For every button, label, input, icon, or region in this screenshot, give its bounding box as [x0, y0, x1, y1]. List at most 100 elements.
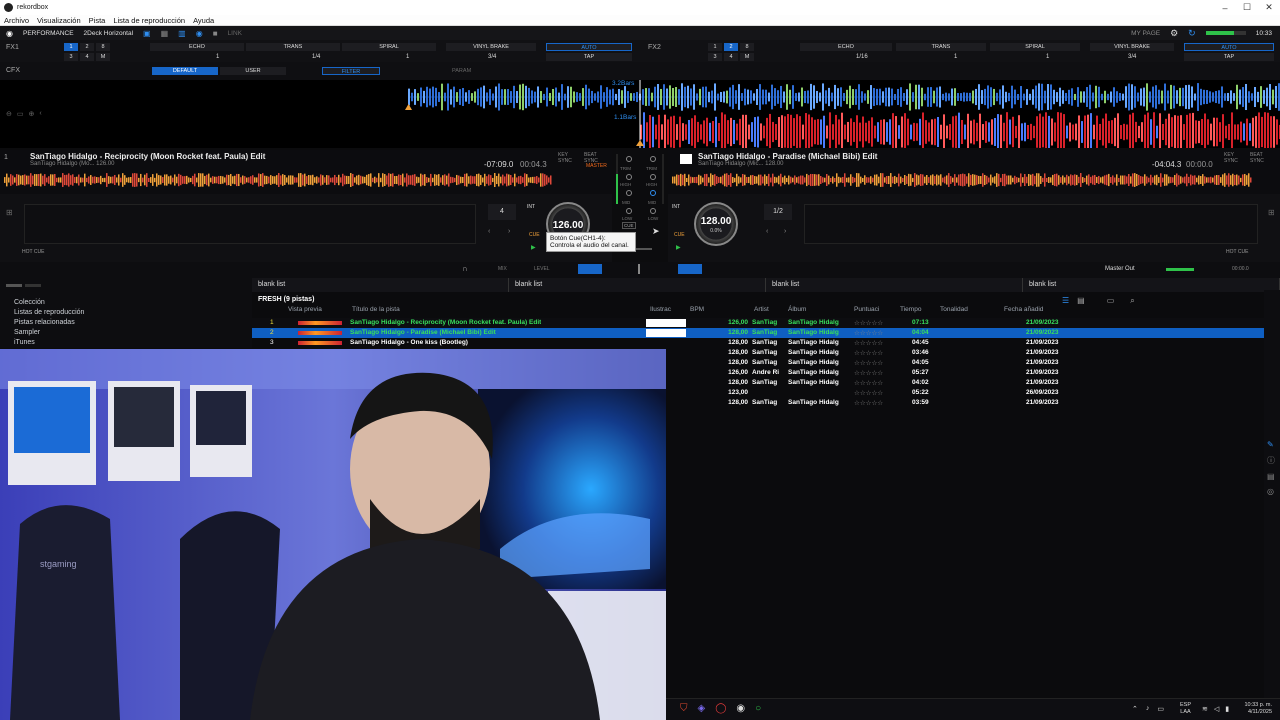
col-rating[interactable]: Puntuaci — [854, 306, 879, 313]
fx1-channel-2[interactable]: 2 — [80, 43, 94, 51]
lock-icon[interactable]: ■ — [213, 29, 218, 38]
fx1-auto-button[interactable]: AUTO — [546, 43, 632, 51]
row-preview-waveform[interactable] — [298, 331, 342, 335]
headphones-icon[interactable]: ∩ — [462, 264, 468, 273]
tree-coleccion[interactable]: Colección — [0, 298, 252, 308]
menu-ayuda[interactable]: Ayuda — [189, 16, 218, 25]
sidebar-disc-icon[interactable]: ◎ — [1267, 487, 1280, 496]
ch1-high-knob[interactable] — [626, 174, 632, 180]
sidebar-list-icon[interactable]: ▤ — [1267, 472, 1280, 481]
detail-view-icon[interactable]: ▤ — [1077, 296, 1085, 306]
tray-display-icon[interactable]: ▭ — [1157, 705, 1164, 713]
deck1-hotcue-pads[interactable] — [24, 204, 476, 244]
table-row[interactable]: 1 SanTiago Hidalgo - Reciprocity (Moon Ro… — [252, 318, 1280, 328]
palette-slot-4[interactable]: blank list — [1023, 278, 1280, 292]
record-icon[interactable]: ◉ — [196, 29, 203, 38]
cfx-user-button[interactable]: USER — [220, 67, 286, 75]
palette-slot-1[interactable]: blank list — [252, 278, 509, 292]
fx1-slot4-effect[interactable]: VINYL BRAKE — [446, 43, 536, 51]
tree-itunes[interactable]: iTunes — [0, 338, 252, 348]
mode-select[interactable]: PERFORMANCE — [23, 30, 74, 37]
ch2-trim-knob[interactable] — [650, 156, 656, 162]
layout-select[interactable]: 2Deck Horizontal — [84, 30, 134, 37]
fx1-channel-4[interactable]: 4 — [80, 53, 94, 61]
battery-icon[interactable]: ▮ — [1225, 705, 1229, 713]
sidebar-edit-icon[interactable]: ✎ — [1267, 440, 1280, 449]
menu-archivo[interactable]: Archivo — [0, 16, 33, 25]
fx2-slot4-effect[interactable]: VINYL BRAKE — [1090, 43, 1174, 51]
deck1-pads-icon[interactable]: ⊞ — [6, 208, 13, 217]
fx1-slot1-effect[interactable]: ECHO — [150, 43, 244, 51]
fx1-channel-1[interactable]: 1 — [64, 43, 78, 51]
col-key[interactable]: Tonalidad — [940, 306, 968, 313]
col-bpm[interactable]: BPM — [690, 306, 704, 313]
col-artist[interactable]: Artist — [754, 306, 769, 313]
ch1-mid-knob[interactable] — [626, 190, 632, 196]
search-icon[interactable]: ⌕ — [1130, 296, 1134, 306]
fx1-slot2-effect[interactable]: TRANS — [246, 43, 340, 51]
mixer-view-icon[interactable]: ▥ — [178, 29, 186, 38]
deck1-master-button[interactable]: MASTER — [586, 163, 607, 169]
fx1-channel-m[interactable]: M — [96, 53, 110, 61]
deck2-pads-icon[interactable]: ⊞ — [1268, 208, 1275, 217]
tree-pistas-relacionadas[interactable]: Pistas relacionadas — [0, 318, 252, 328]
deck1-play-icon[interactable]: ▶ — [531, 244, 536, 251]
my-page-button[interactable]: MY PAGE — [1131, 30, 1160, 37]
wifi-icon[interactable]: ≋ — [1202, 705, 1208, 713]
settings-gear-icon[interactable]: ⚙ — [1170, 28, 1178, 39]
view-mode-icon[interactable] — [6, 283, 22, 287]
teams-icon[interactable]: ◈ — [698, 703, 706, 714]
col-time[interactable]: Tiempo — [900, 306, 921, 313]
fx2-channel-2[interactable]: 2 — [724, 43, 738, 51]
menu-lista-reproduccion[interactable]: Lista de reproducción — [109, 16, 189, 25]
crossfader-handle[interactable] — [638, 264, 640, 274]
master-out-select[interactable]: Master Out — [1105, 266, 1135, 272]
row-preview-waveform[interactable] — [298, 321, 342, 325]
ch2-high-knob[interactable] — [650, 174, 656, 180]
volume-icon[interactable]: ◁ — [1214, 705, 1219, 713]
fx2-channel-8[interactable]: 8 — [740, 43, 754, 51]
deck2-jump-fwd-icon[interactable]: › — [784, 228, 786, 235]
deck2-jump-back-icon[interactable]: ‹ — [766, 228, 768, 235]
fx2-channel-3[interactable]: 3 — [708, 53, 722, 61]
scroll-left-icon[interactable]: ‹ — [39, 110, 41, 118]
brave-browser-icon[interactable]: ⛉ — [680, 703, 688, 714]
tray-mic-icon[interactable]: ♪ — [1146, 705, 1150, 713]
zoom-out-icon[interactable]: ⊖ — [6, 110, 12, 118]
ch1-trim-knob[interactable] — [626, 156, 632, 162]
deck1-beat-jump[interactable]: 4 — [488, 204, 516, 220]
ch1-low-knob[interactable] — [626, 208, 632, 214]
deck1-jump-fwd-icon[interactable]: › — [508, 228, 510, 235]
fx1-channel-3[interactable]: 3 — [64, 53, 78, 61]
cfx-default-button[interactable]: DEFAULT — [152, 67, 218, 75]
fx2-channel-m[interactable]: M — [740, 53, 754, 61]
fx2-slot3-effect[interactable]: SPIRAL — [990, 43, 1080, 51]
sync-icon[interactable]: ↻ — [1188, 28, 1196, 39]
rekordbox-taskbar-icon[interactable]: ◉ — [736, 703, 745, 714]
link-button[interactable]: LINK — [228, 30, 242, 37]
menu-pista[interactable]: Pista — [85, 16, 110, 25]
tray-chevron-icon[interactable]: ⌃ — [1132, 705, 1138, 713]
fx2-channel-1[interactable]: 1 — [708, 43, 722, 51]
deck2-beat-sync[interactable]: BEAT SYNC — [1250, 152, 1270, 164]
maximize-button[interactable]: ☐ — [1236, 2, 1258, 13]
zoom-in-icon[interactable]: ⊕ — [29, 110, 35, 118]
view-mode-2-icon[interactable] — [25, 283, 41, 287]
tree-sampler[interactable]: Sampler — [0, 328, 252, 338]
deck1-overview-waveform[interactable] — [4, 172, 552, 188]
fx2-tap-button[interactable]: TAP — [1184, 53, 1274, 61]
deck2-key-sync[interactable]: KEY SYNC — [1224, 152, 1244, 164]
deck1-key-sync[interactable]: KEY SYNC — [558, 152, 578, 164]
menu-visualizacion[interactable]: Visualización — [33, 16, 85, 25]
deck2-cue-button[interactable]: CUE — [674, 232, 685, 238]
art-view-icon[interactable]: ▭ — [1107, 296, 1115, 306]
cfx-filter-button[interactable]: FILTER — [322, 67, 380, 75]
ch2-assign[interactable] — [678, 264, 702, 274]
col-album[interactable]: Álbum — [788, 306, 806, 313]
fx1-slot3-effect[interactable]: SPIRAL — [342, 43, 436, 51]
deck1-cue-button[interactable]: CUE — [529, 232, 540, 238]
grid-view-icon[interactable]: ▦ — [161, 29, 169, 38]
palette-slot-3[interactable]: blank list — [766, 278, 1023, 292]
fx1-channel-8[interactable]: 8 — [96, 43, 110, 51]
ch1-assign[interactable] — [578, 264, 602, 274]
